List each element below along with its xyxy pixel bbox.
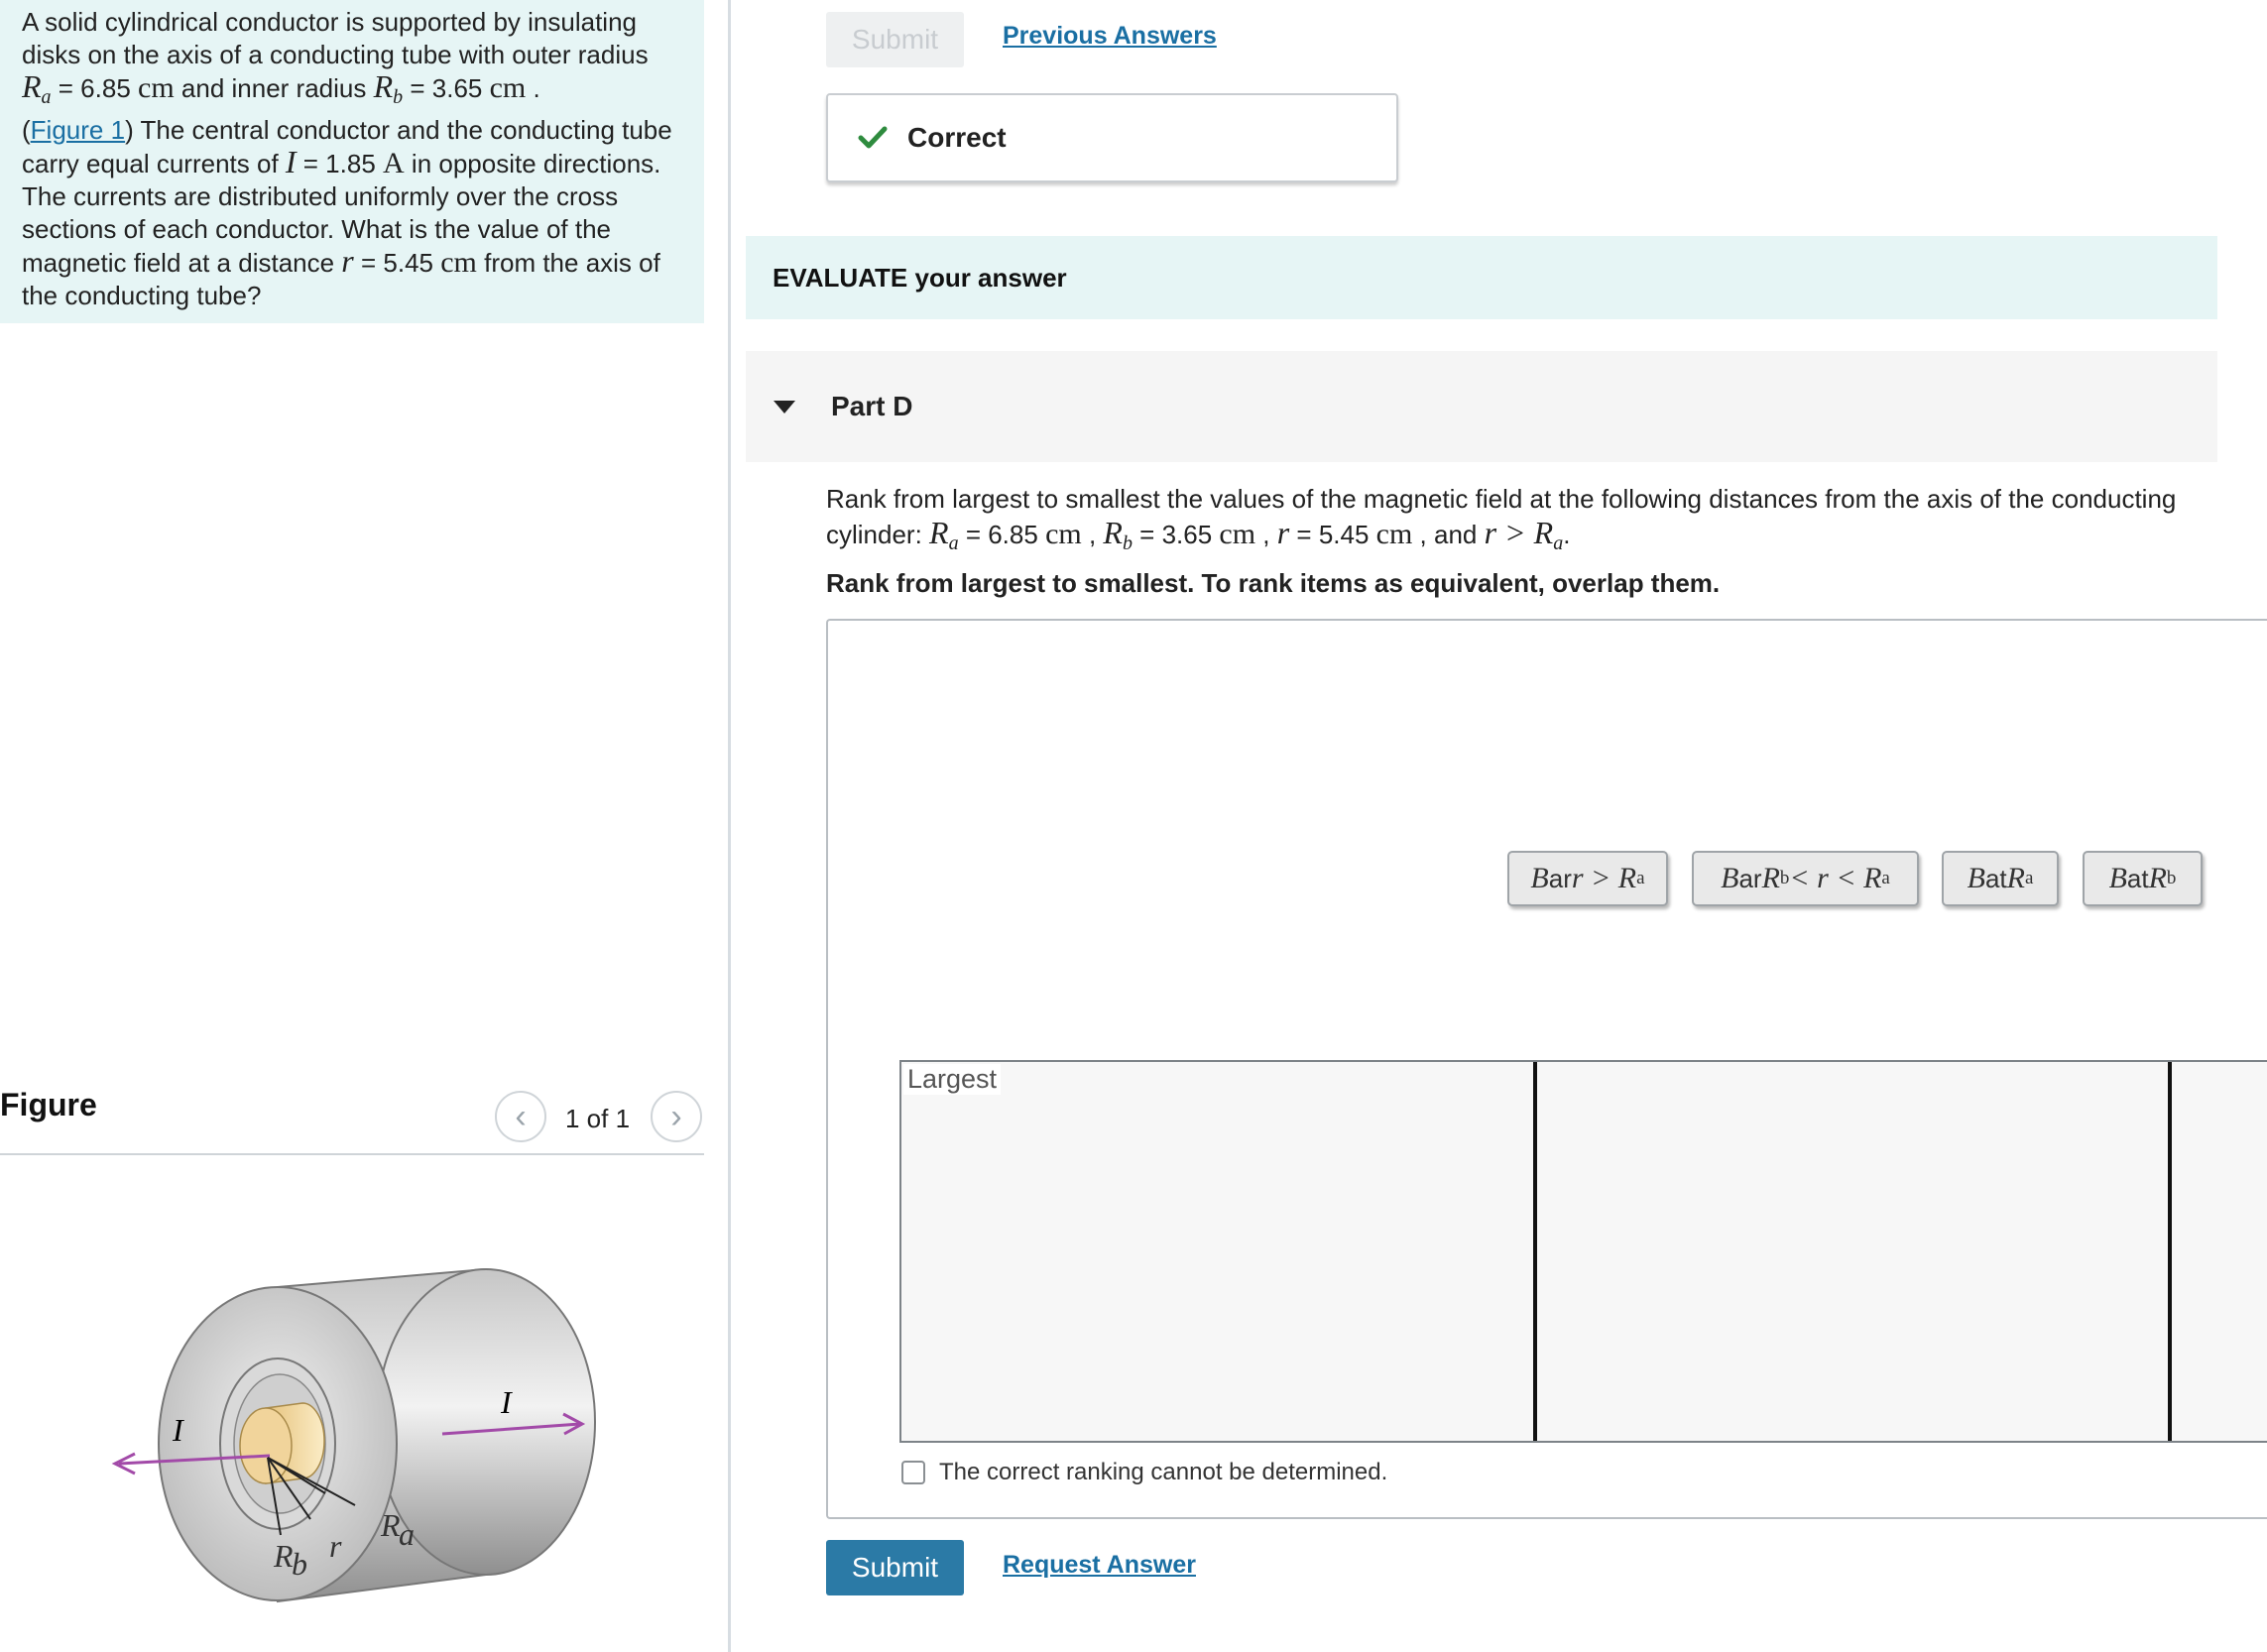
rank-item-b-at-rb[interactable]: B at Rb (2083, 851, 2203, 906)
submit-button[interactable]: Submit (826, 1540, 964, 1595)
submit-button-disabled: Submit (826, 12, 964, 67)
left-pane: A solid cylindrical conductor is support… (0, 0, 704, 1652)
slot-divider (1533, 1062, 1537, 1441)
feedback-correct: Correct (826, 93, 1398, 182)
figure-counter: 1 of 1 (565, 1104, 631, 1133)
rank-item-b-between-rb-ra[interactable]: B ar Rb < r < Ra (1692, 851, 1919, 906)
inner-radius-subscript: b (292, 1546, 307, 1582)
ranking-instructions: Rank from largest to smallest. To rank i… (826, 568, 1721, 598)
distance-r-label: r (329, 1528, 342, 1564)
cylinder-body (158, 1267, 596, 1603)
rank-item-b-r-greater-ra[interactable]: B ar r > Ra (1507, 851, 1668, 906)
evaluate-banner: EVALUATE your answer (746, 236, 2217, 319)
current-label-right: I (500, 1384, 513, 1420)
feedback-text: Correct (907, 122, 1007, 153)
figure-divider (0, 1153, 704, 1155)
largest-label: Largest (903, 1064, 1002, 1095)
problem-statement: A solid cylindrical conductor is support… (0, 0, 704, 323)
check-icon (858, 126, 888, 149)
rank-item-b-at-ra[interactable]: B at Ra (1942, 851, 2059, 906)
chevron-right-icon: › (670, 1098, 682, 1135)
previous-figure-button[interactable]: ‹ (495, 1091, 546, 1142)
part-d-question: Rank from largest to smallest the values… (826, 484, 2177, 554)
part-title: Part D (831, 391, 913, 421)
current-label-left: I (172, 1412, 184, 1448)
cannot-determine-option[interactable]: The correct ranking cannot be determined… (901, 1459, 1387, 1486)
cannot-determine-label: The correct ranking cannot be determined… (939, 1459, 1388, 1485)
chevron-left-icon: ‹ (515, 1098, 527, 1135)
pane-divider[interactable] (728, 0, 731, 1652)
figure-1-link[interactable]: Figure 1 (31, 115, 125, 145)
outer-radius-subscript: a (399, 1516, 415, 1552)
outer-radius-label: R (380, 1507, 401, 1543)
inner-radius-label: R (273, 1538, 294, 1574)
next-figure-button[interactable]: › (651, 1091, 702, 1142)
part-d-header[interactable]: Part D (746, 351, 2217, 462)
cannot-determine-checkbox[interactable] (901, 1461, 925, 1484)
ranking-drop-zone[interactable]: Largest (899, 1060, 2267, 1443)
request-answer-link[interactable]: Request Answer (1003, 1551, 1196, 1580)
figure-heading: Figure (0, 1087, 97, 1122)
slot-divider (2168, 1062, 2172, 1441)
caret-down-icon (774, 400, 795, 413)
cylinder-figure[interactable]: I I R a R b r (99, 1259, 615, 1626)
previous-answers-link[interactable]: Previous Answers (1003, 22, 1217, 51)
